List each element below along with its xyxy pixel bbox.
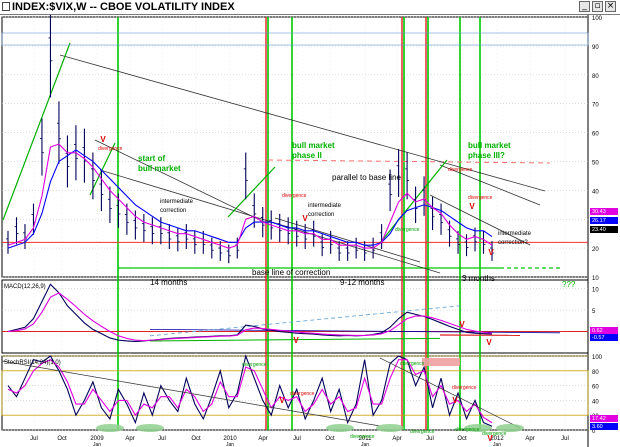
divergence-marker: V bbox=[293, 336, 299, 345]
annotation-label: divergence bbox=[482, 431, 507, 437]
x-tick-label: Jul bbox=[426, 436, 434, 442]
close-button[interactable]: × bbox=[605, 1, 616, 12]
price-tick-label: 100 bbox=[592, 16, 603, 22]
stoch-subtitle: StochRSI(14,24)(1,0) bbox=[4, 360, 61, 366]
price-readout: 23.40 bbox=[592, 227, 606, 233]
annotation-label: start of bbox=[138, 154, 165, 163]
annotation-label: 9-12 months bbox=[340, 278, 384, 287]
price-tick-label: 40 bbox=[592, 189, 599, 195]
stoch-tick-label: 60 bbox=[592, 385, 599, 391]
stoch-tick-label: 40 bbox=[592, 399, 599, 405]
price-tick-label: 90 bbox=[592, 45, 599, 51]
x-tick-label: Apr bbox=[525, 436, 534, 442]
x-sub-tick-label: Jan bbox=[93, 442, 101, 447]
price-readout: 30.43 bbox=[592, 209, 606, 215]
stoch-tick-label: 80 bbox=[592, 370, 599, 376]
price-tick-label: 60 bbox=[592, 132, 599, 138]
restore-button[interactable]: ▫ bbox=[592, 1, 603, 12]
annotation-label: correction bbox=[308, 212, 334, 218]
divergence-marker: V bbox=[100, 135, 106, 144]
annotation-label: divergence bbox=[410, 429, 435, 435]
annotation-label: divergence bbox=[448, 167, 473, 173]
price-tick-label: 10 bbox=[592, 276, 599, 282]
annotation-label: correction? bbox=[498, 240, 528, 246]
divergence-marker: V bbox=[302, 214, 308, 223]
stoch-tick-label: 100 bbox=[592, 355, 603, 361]
annotation-label: intermediate bbox=[308, 203, 342, 209]
annotation-label: divergence bbox=[400, 361, 425, 367]
macd-readout: 0.62 bbox=[592, 328, 603, 334]
divergence-marker: V bbox=[488, 248, 494, 257]
title-bar: INDEX:$VIX,W -- CBOE VOLATILITY INDEX _ … bbox=[0, 0, 620, 15]
x-tick-label: Oct bbox=[457, 436, 467, 442]
annotation-label: divergence bbox=[350, 434, 375, 440]
divergence-marker: V bbox=[487, 434, 493, 443]
divergence-marker: V bbox=[469, 202, 475, 211]
macd-tick-label: 10 bbox=[592, 288, 599, 294]
macd-subtitle: MACD(12,26,9) bbox=[4, 284, 46, 290]
x-sub-tick-label: Jan bbox=[361, 442, 369, 447]
annotation-label: phase II bbox=[292, 151, 322, 160]
stoch-green-oval-1 bbox=[136, 424, 164, 432]
price-tick-label: 20 bbox=[592, 247, 599, 253]
divergence-marker: V bbox=[486, 338, 492, 347]
x-tick-label: Jul bbox=[158, 436, 166, 442]
x-tick-label: Jul bbox=[293, 436, 301, 442]
annotation-label: ??? bbox=[562, 280, 576, 289]
price-tick-label: 70 bbox=[592, 103, 599, 109]
annotation-label: 14 months bbox=[150, 278, 187, 287]
x-sub-tick-label: Jan bbox=[493, 442, 501, 447]
x-tick-label: Oct bbox=[191, 436, 201, 442]
price-readout: 26.17 bbox=[592, 218, 606, 224]
document-icon bbox=[2, 2, 10, 11]
annotation-label: bull market bbox=[292, 141, 335, 150]
annotation-label: divergence bbox=[395, 227, 420, 233]
annotation-label: correction bbox=[160, 208, 186, 214]
annotation-label: parallel to base line bbox=[332, 173, 401, 182]
annotation-label: intermediate bbox=[160, 199, 194, 205]
divergence-marker: V bbox=[279, 396, 285, 405]
x-tick-label: Jul bbox=[561, 436, 569, 442]
stoch-readout: 3.60 bbox=[592, 424, 603, 430]
vix-chart: 1009080706050403020101050100806040200Jul… bbox=[1, 15, 620, 447]
x-tick-label: Apr bbox=[258, 436, 267, 442]
stoch-readout: 17.42 bbox=[592, 416, 606, 422]
x-tick-label: Jul bbox=[30, 436, 38, 442]
price-tick-label: 80 bbox=[592, 74, 599, 80]
annotation-label: intermediate bbox=[498, 231, 532, 237]
annotation-label: divergence bbox=[282, 193, 307, 199]
divergence-marker: V bbox=[459, 320, 465, 329]
annotation-label: divergence bbox=[468, 195, 493, 201]
annotation-label: divergence bbox=[452, 385, 477, 391]
annotation-label: 3 months bbox=[462, 274, 495, 283]
stoch-red-highlight bbox=[422, 358, 460, 366]
price-tick-label: 50 bbox=[592, 160, 599, 166]
stoch-green-oval-3 bbox=[376, 424, 404, 432]
annotation-label: divergence bbox=[455, 427, 480, 433]
annotation-label: base line of correction bbox=[252, 268, 330, 277]
x-tick-label: Oct bbox=[325, 436, 335, 442]
window-title: INDEX:$VIX,W -- CBOE VOLATILITY INDEX bbox=[12, 1, 235, 13]
x-tick-label: Apr bbox=[125, 436, 134, 442]
annotation-label: bull market bbox=[138, 164, 181, 173]
minimize-button[interactable]: _ bbox=[579, 1, 590, 12]
chart-window: INDEX:$VIX,W -- CBOE VOLATILITY INDEX _ … bbox=[0, 0, 620, 447]
annotation-label: divergence bbox=[98, 146, 123, 152]
x-tick-label: Apr bbox=[392, 436, 401, 442]
divergence-marker: V bbox=[452, 396, 458, 405]
stoch-green-oval-2 bbox=[326, 424, 354, 432]
annotation-label: phase III? bbox=[468, 151, 505, 160]
annotation-label: bull market bbox=[468, 141, 511, 150]
stoch-green-oval-0 bbox=[96, 424, 124, 432]
annotation-label: divergence bbox=[290, 391, 315, 397]
x-tick-label: Oct bbox=[57, 436, 67, 442]
macd-readout: -0.57 bbox=[592, 335, 605, 341]
x-sub-tick-label: Jan bbox=[226, 442, 234, 447]
annotation-label: divergence bbox=[242, 362, 267, 368]
